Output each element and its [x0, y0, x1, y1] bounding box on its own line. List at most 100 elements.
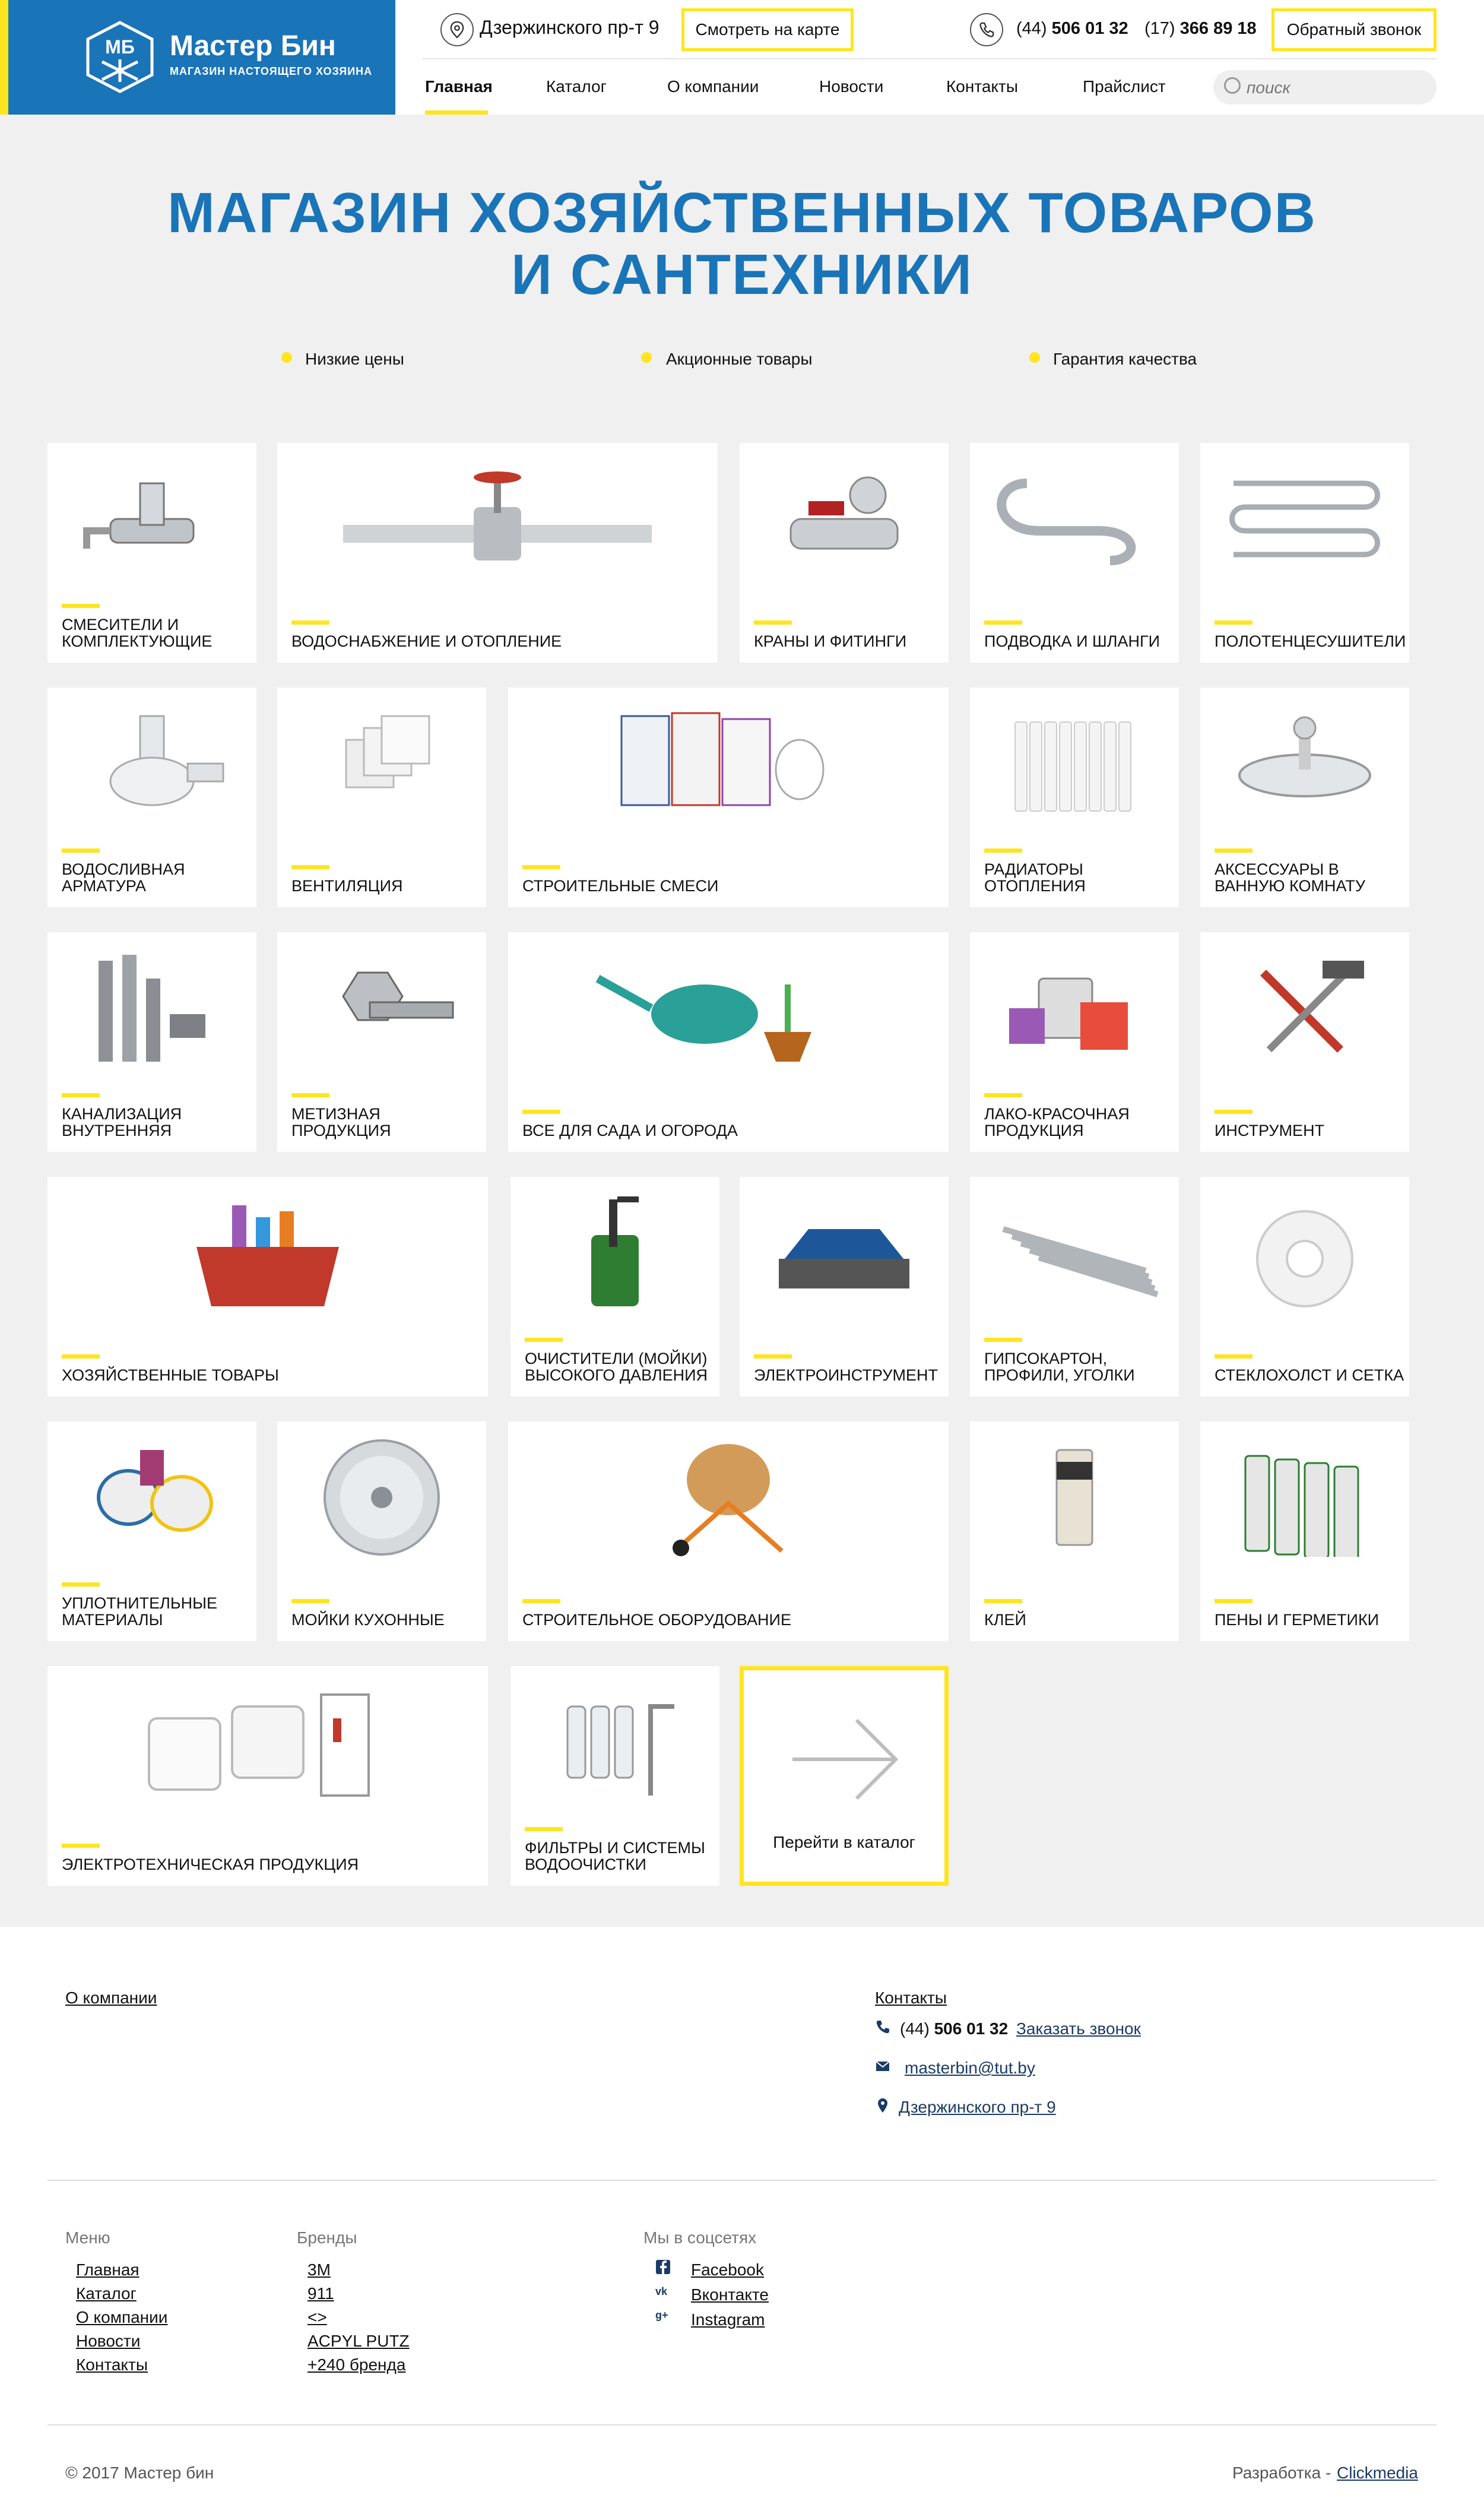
tape-roll-icon [1212, 1193, 1397, 1315]
category-tile[interactable]: Стеклохолст и сетка [1200, 1177, 1409, 1397]
phone-1-code: (44) [1016, 19, 1047, 38]
social-facebook-link[interactable]: Facebook [691, 2260, 764, 2279]
logo[interactable]: МБ Мастер Бин МАГАЗИН НАСТОЯЩЕГО ХОЗЯИНА [0, 0, 395, 115]
category-tile[interactable]: Краны и фитинги [740, 443, 949, 663]
category-label: Вентиляция [291, 877, 403, 895]
category-tile[interactable]: Водоснабжение и отопление [277, 443, 718, 663]
nav-item-home[interactable]: Главная [425, 77, 493, 96]
category-tile[interactable]: Радиаторы отопления [970, 688, 1179, 907]
profiles-icon [982, 1193, 1167, 1315]
order-call-link[interactable]: Заказать звонок [1016, 2019, 1141, 2038]
footer-phone-code: (44) [900, 2019, 930, 2038]
category-label: Пены и герметики [1215, 1611, 1380, 1629]
category-tile[interactable]: Строительные смеси [508, 688, 949, 907]
facebook-icon [656, 2260, 670, 2274]
footer-brand-link[interactable]: 911 [307, 2284, 334, 2303]
developer-label: Разработка - [1232, 2464, 1331, 2482]
category-label: Инструмент [1215, 1122, 1325, 1139]
tile-accent-bar [62, 604, 100, 608]
category-label: Смесители и комплектующие [62, 616, 213, 650]
search-input[interactable] [1247, 75, 1425, 101]
sealing-icon [59, 1438, 245, 1560]
phone-2-code: (17) [1144, 19, 1175, 38]
footer-menu-title: Меню [65, 2228, 110, 2247]
footer-phone[interactable]: (44) 506 01 32 [900, 2019, 1008, 2038]
category-tile[interactable]: Мойки кухонные [277, 1421, 486, 1641]
glue-tube-icon [982, 1438, 1167, 1560]
phone-1[interactable]: (44) 506 01 32 [1016, 19, 1128, 39]
category-label: Мойки кухонные [291, 1611, 445, 1629]
footer-email-link[interactable]: masterbin@tut.by [905, 2059, 1035, 2078]
social-vk-link[interactable]: Вконтакте [691, 2285, 769, 2304]
category-tile[interactable]: Вентиляция [277, 688, 486, 907]
towel-dryer-icon [1212, 460, 1397, 581]
nav-item-about[interactable]: О компании [667, 77, 759, 96]
category-tile[interactable]: Смесители и комплектующие [47, 443, 256, 663]
footer-menu-home[interactable]: Главная [76, 2260, 139, 2279]
hero-title-line-2: И САНТЕХНИКИ [511, 243, 973, 306]
category-tile[interactable]: Все для сада и огорода [508, 932, 949, 1152]
tile-accent-bar [62, 1354, 100, 1359]
nav-item-catalog[interactable]: Каталог [546, 77, 607, 96]
go-to-catalog-label: Перейти в каталог [773, 1833, 915, 1851]
category-tile[interactable]: Инструмент [1200, 932, 1409, 1152]
footer-menu-catalog[interactable]: Каталог [76, 2284, 137, 2303]
tile-accent-bar [525, 1827, 563, 1831]
soap-dish-icon [1212, 704, 1397, 826]
logo-badge-text: МБ [105, 36, 135, 58]
go-to-catalog-tile[interactable]: Перейти в каталог [740, 1666, 949, 1886]
footer-about-link[interactable]: О компании [65, 1989, 157, 2008]
footer-brand-link[interactable]: 3M [307, 2260, 331, 2279]
category-tile[interactable]: Гипсокартон, профили, уголки [970, 1177, 1179, 1397]
category-tile[interactable]: Хозяйственные товары [47, 1177, 488, 1397]
tile-accent-bar [522, 865, 560, 869]
bolts-icon [289, 949, 474, 1071]
footer-menu-contacts[interactable]: Контакты [76, 2355, 148, 2374]
footer-phone-icon [876, 2021, 889, 2034]
footer-address-link[interactable]: Дзержинского пр-т 9 [899, 2098, 1056, 2117]
footer-brands-more-link[interactable]: +240 бренда [307, 2355, 405, 2374]
footer-brand-link[interactable]: <> [307, 2308, 327, 2327]
nav-item-news[interactable]: Новости [819, 77, 883, 96]
foam-cans-icon [1212, 1438, 1397, 1563]
category-tile[interactable]: Электротехническая продукция [47, 1666, 488, 1886]
category-tile[interactable]: Очистители (мойки) высокого давления [510, 1177, 719, 1397]
category-label: Подводка и шланги [984, 632, 1160, 650]
sockets-icon [102, 1683, 434, 1804]
category-tile[interactable]: Электроинструмент [740, 1177, 949, 1397]
category-label: Все для сада и огорода [522, 1122, 738, 1139]
nav-item-pricelist[interactable]: Прайслист [1083, 77, 1166, 96]
category-tile[interactable]: Метизная продукция [277, 932, 486, 1152]
tile-accent-bar [62, 1093, 100, 1097]
category-label: Аксессуары в ванную комнату [1215, 860, 1366, 895]
nav-item-contacts[interactable]: Контакты [946, 77, 1018, 96]
footer-menu-news[interactable]: Новости [76, 2332, 140, 2351]
developer-link[interactable]: Clickmedia [1337, 2464, 1418, 2483]
category-tile[interactable]: Уплотнительные материалы [47, 1421, 256, 1641]
tile-accent-bar [1215, 1110, 1252, 1114]
social-instagram-link[interactable]: Instagram [691, 2310, 765, 2329]
category-tile[interactable]: Подводка и шланги [970, 443, 1179, 663]
category-tile[interactable]: Водосливная арматура [47, 688, 256, 907]
footer-menu-about[interactable]: О компании [76, 2308, 167, 2327]
category-tile[interactable]: Фильтры и системы водоочистки [510, 1666, 719, 1886]
hero-title: МАГАЗИН ХОЗЯЙСТВЕННЫХ ТОВАРОВ И САНТЕХНИ… [0, 182, 1484, 306]
search-icon[interactable] [1224, 77, 1241, 94]
phone-2[interactable]: (17) 366 89 18 [1144, 19, 1257, 39]
category-tile[interactable]: Строительное оборудование [508, 1421, 949, 1641]
header-address: Дзержинского пр-т 9 [480, 17, 659, 38]
category-tile[interactable]: Лако-красочная продукция [970, 932, 1179, 1152]
planer-icon [751, 1193, 937, 1315]
callback-button[interactable]: Обратный звонок [1271, 8, 1437, 51]
category-tile[interactable]: Аксессуары в ванную комнату [1200, 688, 1409, 907]
footer-brand-link[interactable]: ACPYL PUTZ [307, 2332, 410, 2351]
category-tile[interactable]: Полотенцесушители [1200, 443, 1409, 663]
category-tile[interactable]: Пены и герметики [1200, 1421, 1409, 1641]
site-footer: О компании Контакты (44) 506 01 32 Заказ… [0, 1927, 1484, 2514]
category-tile[interactable]: Канализация внутренняя [47, 932, 256, 1152]
category-label: Радиаторы отопления [984, 860, 1086, 895]
footer-contacts-title[interactable]: Контакты [875, 1989, 947, 2008]
feature-bullet [1029, 352, 1040, 363]
category-tile[interactable]: Клей [970, 1421, 1179, 1641]
show-map-button[interactable]: Смотреть на карте [681, 8, 854, 51]
